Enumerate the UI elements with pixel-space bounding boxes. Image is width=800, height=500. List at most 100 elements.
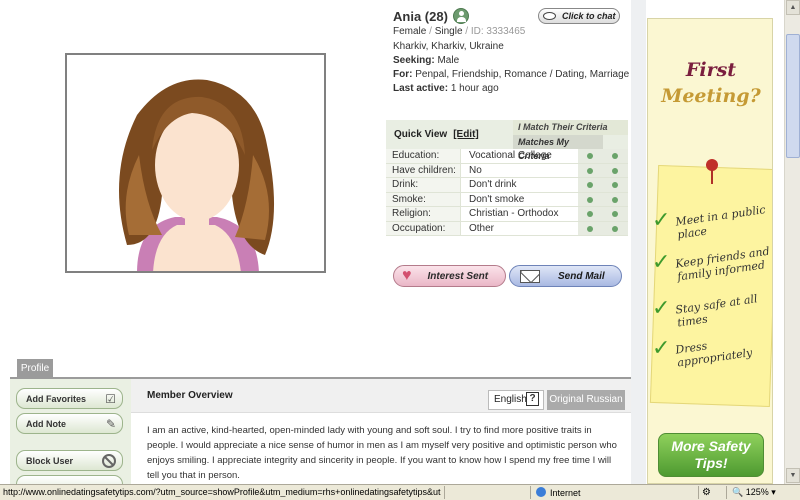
match-indicator-icon xyxy=(578,207,603,221)
block-user-button[interactable]: Block User xyxy=(16,450,123,471)
quick-view-row-value: No xyxy=(460,163,578,177)
add-favorites-button[interactable]: Add Favorites ☑ xyxy=(16,388,123,409)
quick-view-row: Religion: Christian - Orthodox xyxy=(386,207,628,222)
profile-header: Ania (28) xyxy=(393,8,469,24)
pushpin-stem xyxy=(711,170,713,184)
status-divider xyxy=(726,486,727,499)
security-zone-label: Internet xyxy=(550,488,581,498)
interest-sent-button[interactable]: ♥ Interest Sent xyxy=(393,265,506,287)
quick-view-table: Quick View [Edit] I Match Their Criteria … xyxy=(386,120,628,236)
status-divider xyxy=(530,486,531,499)
sticky-note xyxy=(649,164,772,408)
security-zone: Internet xyxy=(536,487,581,498)
zoom-value: 125% xyxy=(745,487,769,497)
tip-item: ✓ Meet in a public place xyxy=(652,203,772,241)
last-active-value: 1 hour ago xyxy=(450,83,499,94)
quick-view-row-value: Don't smoke xyxy=(460,192,578,206)
match-indicator-icon xyxy=(603,192,628,206)
envelope-icon xyxy=(520,269,540,283)
quick-view-row-label: Smoke: xyxy=(386,192,460,206)
match-indicator-icon xyxy=(603,163,628,177)
chat-button-label: Click to chat xyxy=(562,11,616,21)
matches-my-criteria-header: Matches My Criteria xyxy=(513,135,603,161)
seeking-value: Male xyxy=(437,55,460,66)
ad-title-first: First xyxy=(685,59,737,81)
quick-view-row: Occupation: Other xyxy=(386,221,628,236)
block-user-label: Block User xyxy=(26,455,74,466)
more-safety-tips-button[interactable]: More Safety Tips! xyxy=(658,433,764,477)
quick-view-row-label: Have children: xyxy=(386,163,460,177)
original-russian-button[interactable]: Original Russian xyxy=(547,390,625,410)
quick-view-row: Have children: No xyxy=(386,163,628,178)
send-mail-label: Send Mail xyxy=(558,270,605,282)
quick-view-row-value: Christian - Orthodox xyxy=(460,207,578,221)
quick-view-row: Drink: Don't drink xyxy=(386,178,628,193)
id-label: / ID: xyxy=(462,26,487,37)
pencil-icon: ✎ xyxy=(105,416,116,431)
globe-icon xyxy=(536,487,546,497)
tip-item: ✓ Dress appropriately xyxy=(652,335,772,370)
avatar-placeholder-icon xyxy=(119,79,275,271)
add-note-label: Add Note xyxy=(26,418,66,429)
match-indicator-icon xyxy=(603,178,628,192)
member-overview-title: Member Overview xyxy=(147,390,233,401)
match-indicator-icon xyxy=(603,207,628,221)
quick-view-row: Education: Vocational College xyxy=(386,149,628,164)
for-label: For: xyxy=(393,69,413,80)
checkmark-icon: ✓ xyxy=(652,295,671,320)
tab-profile[interactable]: Profile xyxy=(17,359,53,378)
checkbox-icon: ☑ xyxy=(105,391,116,406)
protected-mode-icon[interactable]: ⚙ xyxy=(702,487,711,498)
profile-page: Ania (28) Click to chat Female / Single … xyxy=(0,0,631,496)
seeking-line: Seeking: Male xyxy=(393,55,459,66)
member-overview-text: I am an active, kind-hearted, open-minde… xyxy=(147,425,617,481)
safety-tips-ad[interactable]: First Meeting? ✓ Meet in a public place … xyxy=(647,18,773,484)
match-indicator-icon xyxy=(578,149,603,163)
quick-view-header: Quick View [Edit] I Match Their Criteria … xyxy=(386,120,628,161)
scroll-up-arrow-icon[interactable]: ▲ xyxy=(786,0,800,15)
column-gutter xyxy=(631,0,646,484)
match-indicator-icon xyxy=(578,192,603,206)
quick-view-rows: Education: Vocational College Have childre… xyxy=(386,149,628,236)
tip-item: ✓ Stay safe at all times xyxy=(652,292,772,329)
location: Kharkiv, Kharkiv, Ukraine xyxy=(393,41,504,52)
help-icon[interactable]: ? xyxy=(526,392,539,406)
status-divider xyxy=(444,486,445,499)
match-indicator-icon xyxy=(578,163,603,177)
chat-bubble-icon xyxy=(543,12,556,20)
profile-photo[interactable] xyxy=(65,53,326,273)
member-overview-header: Member Overview English ? Original Russi… xyxy=(131,379,631,413)
status-divider xyxy=(698,486,699,499)
quick-view-title-text: Quick View xyxy=(394,129,448,140)
heart-icon: ♥ xyxy=(402,267,412,284)
scroll-down-arrow-icon[interactable]: ▼ xyxy=(786,468,800,483)
block-icon xyxy=(102,453,116,468)
checkmark-icon: ✓ xyxy=(652,207,671,232)
profile-id: 3333465 xyxy=(486,26,526,37)
zoom-level[interactable]: 🔍 125% ▾ xyxy=(732,487,776,498)
vertical-scrollbar[interactable]: ▲ ▼ xyxy=(784,0,800,484)
checkmark-icon: ✓ xyxy=(652,335,671,360)
click-to-chat-button[interactable]: Click to chat xyxy=(538,8,620,24)
scrollbar-thumb[interactable] xyxy=(786,34,800,158)
quick-view-row: Smoke: Don't smoke xyxy=(386,192,628,207)
match-indicator-icon xyxy=(578,178,603,192)
quick-view-row-label: Drink: xyxy=(386,178,460,192)
profile-actions-sidebar: Add Favorites ☑ Add Note ✎ Block User xyxy=(10,379,131,496)
status-bar: http://www.onlinedatingsafetytips.com/?u… xyxy=(0,484,800,500)
quick-view-row-label: Religion: xyxy=(386,207,460,221)
i-match-their-criteria-header: I Match Their Criteria xyxy=(513,120,628,135)
checkmark-icon: ✓ xyxy=(652,249,671,274)
ad-title-meeting: Meeting? xyxy=(661,85,761,107)
add-note-button[interactable]: Add Note ✎ xyxy=(16,413,123,434)
quick-view-row-value: Other xyxy=(460,221,578,235)
quick-view-edit-link[interactable]: [Edit] xyxy=(453,129,479,140)
quick-view-row-value: Don't drink xyxy=(460,178,578,192)
for-line: For: Penpal, Friendship, Romance / Datin… xyxy=(393,69,629,80)
send-mail-button[interactable]: Send Mail xyxy=(509,265,622,287)
quick-view-row-label: Occupation: xyxy=(386,221,460,235)
online-status-icon xyxy=(452,8,469,24)
match-indicator-icon xyxy=(578,221,603,235)
separator: / xyxy=(426,26,435,37)
gender: Female xyxy=(393,26,427,37)
